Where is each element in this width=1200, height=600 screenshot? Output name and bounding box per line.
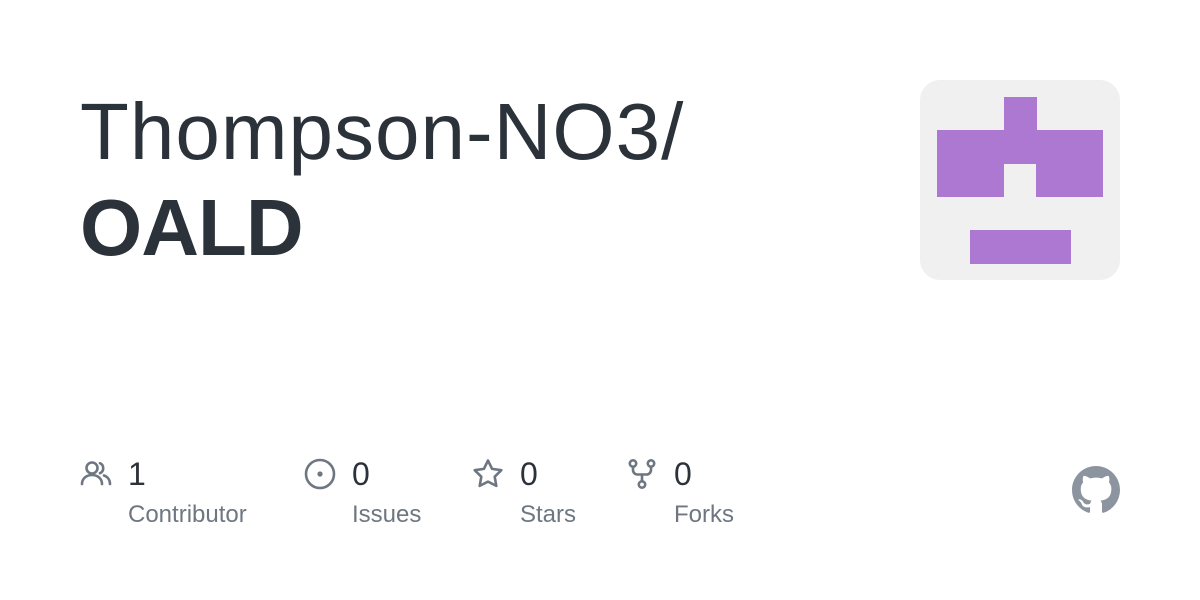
owner-avatar[interactable] <box>920 80 1120 280</box>
repo-title: Thompson-NO3/ OALD <box>80 84 880 276</box>
people-icon <box>80 461 112 486</box>
identicon-icon <box>937 97 1103 264</box>
repo-owner[interactable]: Thompson-NO3/ <box>80 84 880 180</box>
repo-social-card: Thompson-NO3/ OALD 1 Contributor 0 Issue… <box>0 0 1200 600</box>
star-icon <box>473 459 503 488</box>
fork-icon <box>628 458 656 489</box>
issues-label: Issues <box>352 501 422 528</box>
forks-count: 0 <box>674 456 692 492</box>
contributors-label: Contributor <box>128 501 247 528</box>
issue-icon <box>304 458 336 490</box>
github-mark-icon[interactable] <box>1072 466 1120 514</box>
contributors-count: 1 <box>128 456 146 492</box>
issues-count: 0 <box>352 456 370 492</box>
forks-label: Forks <box>674 501 734 528</box>
stars-label: Stars <box>520 501 577 528</box>
stars-count: 0 <box>520 456 538 492</box>
repo-name[interactable]: OALD <box>80 180 880 276</box>
